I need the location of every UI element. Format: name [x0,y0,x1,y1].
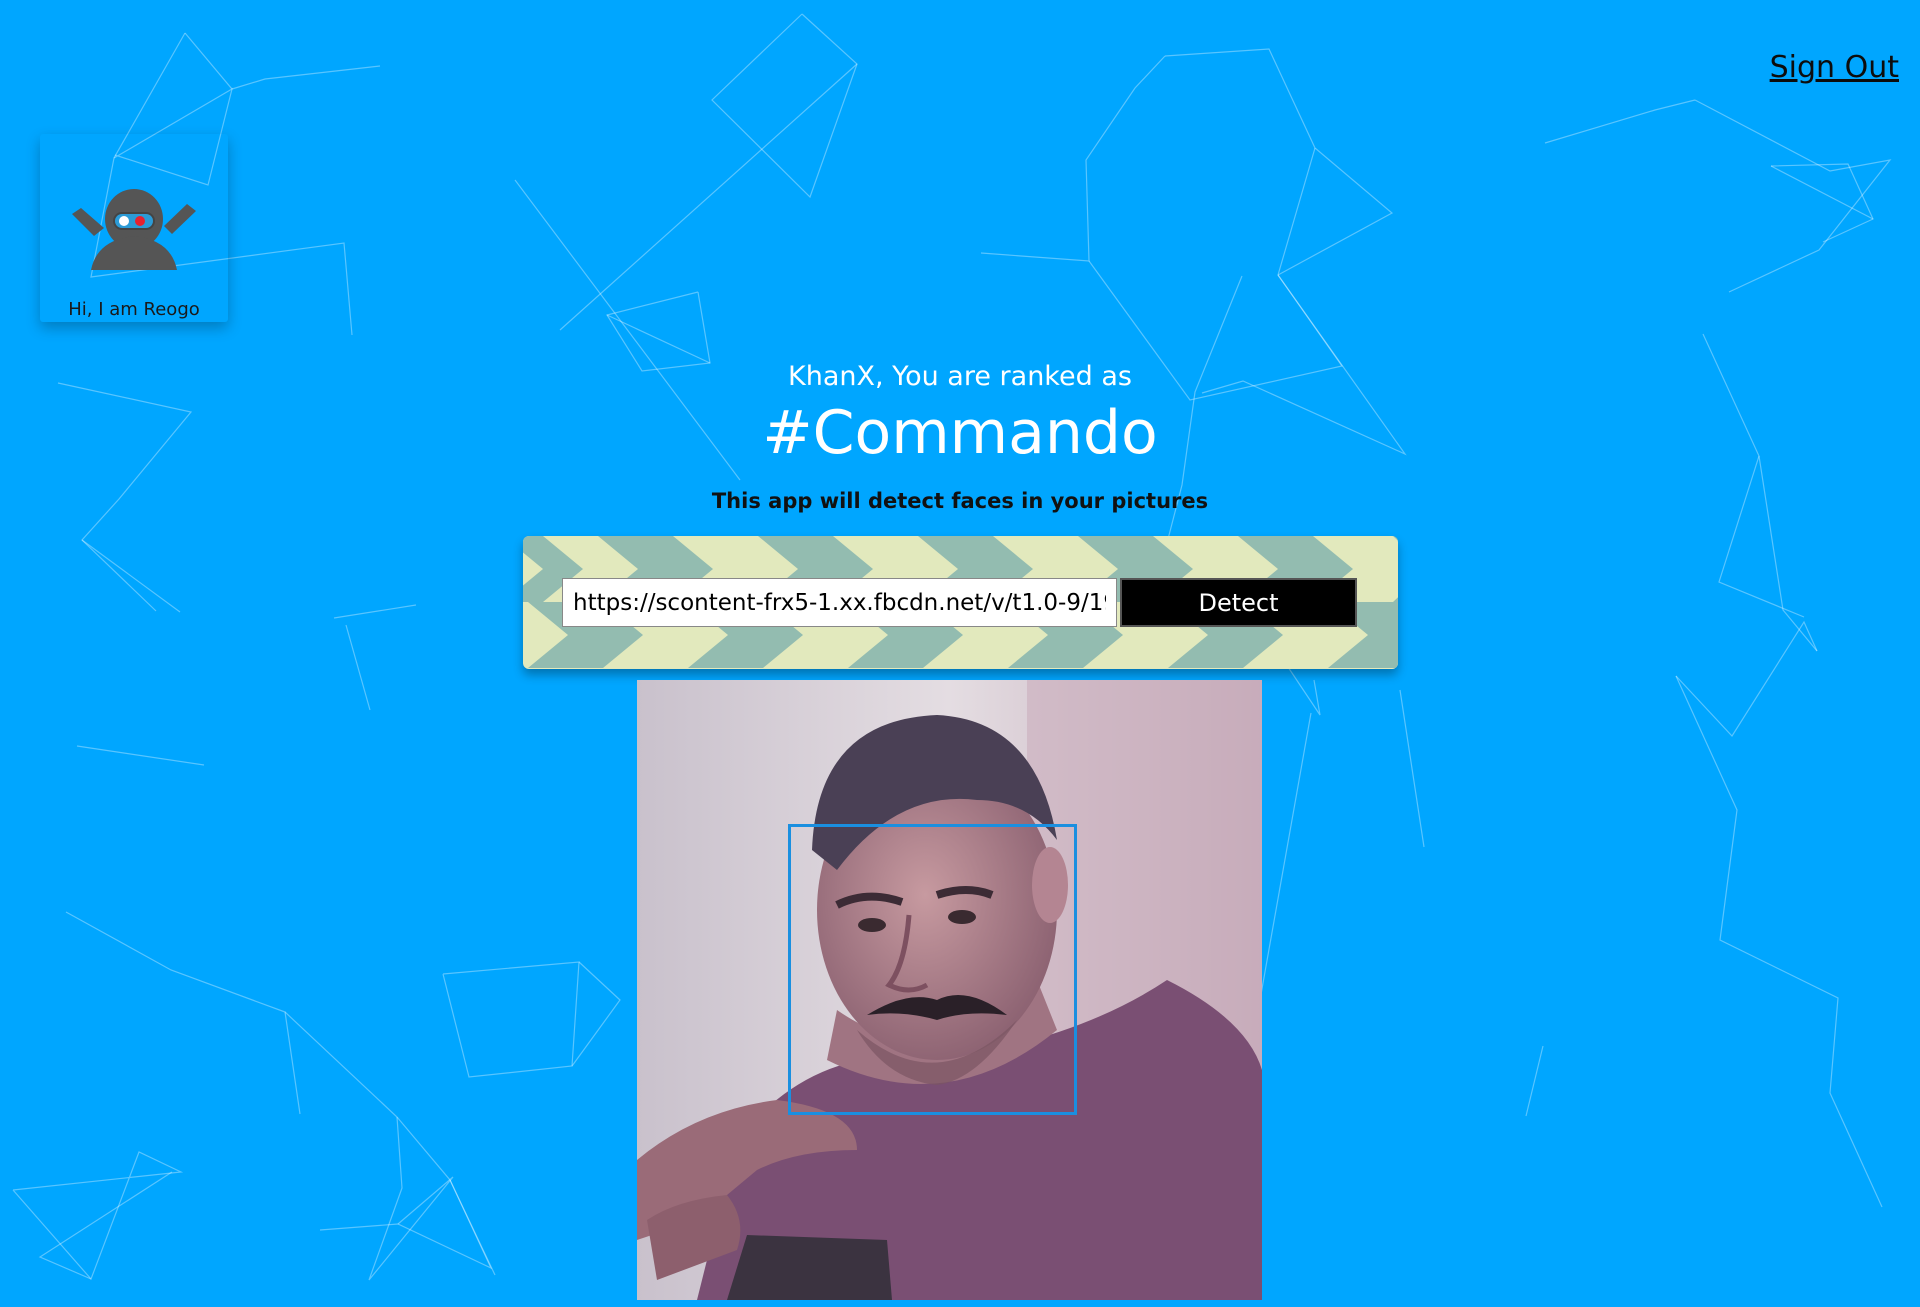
rank-intro-text: KhanX, You are ranked as [788,361,1132,392]
logo-caption: Hi, I am Reogo [68,299,200,320]
detect-button[interactable]: Detect [1120,578,1357,627]
detected-face-box [788,824,1077,1115]
uploaded-photo [637,680,1262,1300]
image-url-input[interactable] [562,578,1117,627]
robot-mascot-icon [72,189,196,270]
sign-out-link[interactable]: Sign Out [1770,50,1899,85]
app-description: This app will detect faces in your pictu… [711,489,1209,513]
url-form-panel: Detect [523,536,1398,669]
rank-title: #Commando [762,398,1158,468]
reogo-logo-card: Hi, I am Reogo [40,134,228,322]
